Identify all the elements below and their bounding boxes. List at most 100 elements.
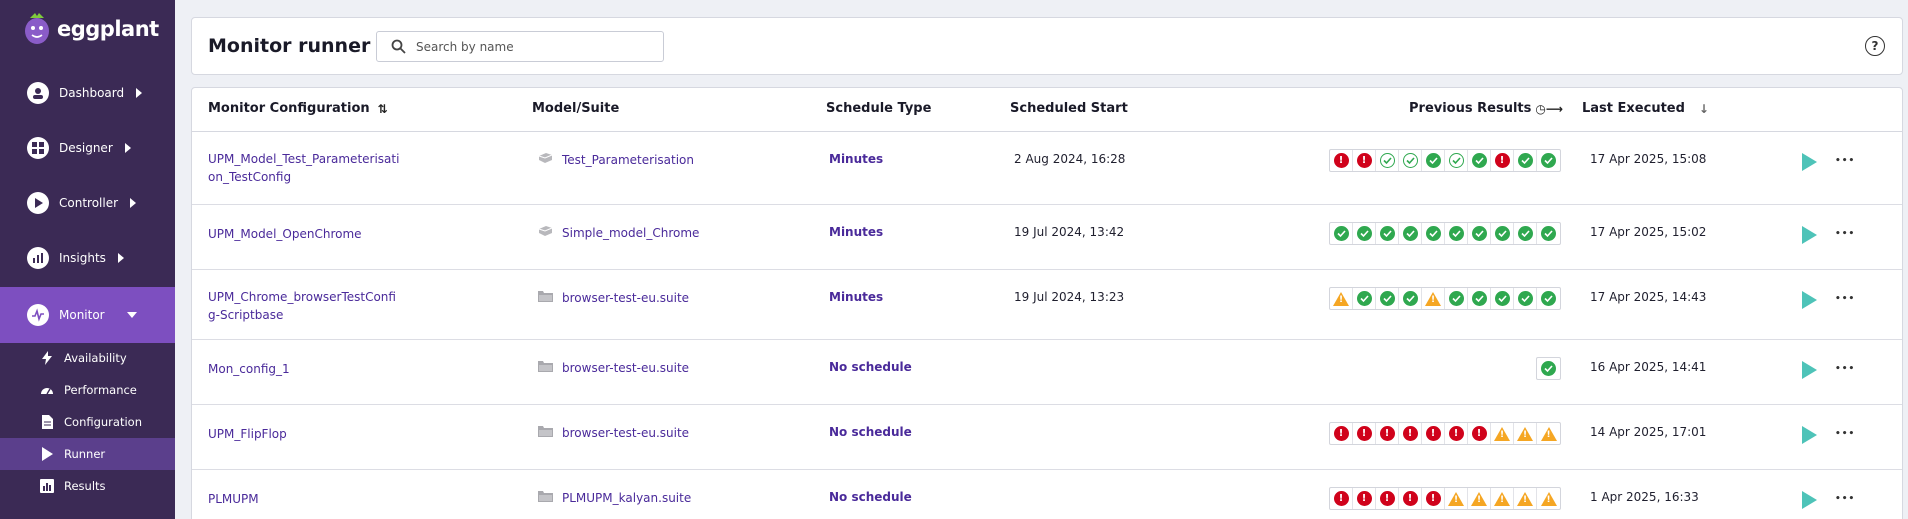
model-suite-cell[interactable]: Simple_model_Chrome [538,225,699,240]
result-success-icon[interactable] [1514,288,1537,309]
result-success-icon[interactable] [1491,288,1514,309]
sort-icon[interactable]: ⇅ [378,102,388,116]
result-success-icon[interactable] [1468,223,1491,244]
search-input[interactable] [416,39,646,54]
result-success-icon[interactable] [1422,223,1445,244]
run-play-icon[interactable] [1802,226,1817,244]
more-options-icon[interactable]: ••• [1835,156,1855,166]
sidebar-item-insights[interactable]: Insights [0,232,175,284]
result-success-icon[interactable] [1491,223,1514,244]
table-row[interactable]: PLMUPM PLMUPM_kalyan.suite No schedule!!!!… [192,470,1902,519]
result-error-icon[interactable]: ! [1445,423,1468,444]
table-row[interactable]: UPM_Model_OpenChrome Simple_model_Chrome M… [192,205,1902,270]
result-error-icon[interactable]: ! [1468,423,1491,444]
result-error-icon[interactable]: ! [1330,488,1353,509]
table-row[interactable]: UPM_Chrome_browserTestConfig-Scriptbase b… [192,270,1902,340]
monitor-config-link[interactable]: UPM_Chrome_browserTestConfig-Scriptbase [208,288,403,324]
model-suite-cell[interactable]: browser-test-eu.suite [538,425,689,440]
run-play-icon[interactable] [1802,153,1817,171]
more-options-icon[interactable]: ••• [1835,229,1855,239]
result-error-icon[interactable]: ! [1330,423,1353,444]
help-icon[interactable]: ? [1865,36,1885,56]
result-error-icon[interactable]: ! [1353,150,1376,171]
result-success-icon[interactable] [1399,288,1422,309]
result-success-icon[interactable] [1330,223,1353,244]
result-warning-icon[interactable]: ! [1491,423,1514,444]
result-partial-success-icon[interactable] [1399,150,1422,171]
result-warning-icon[interactable]: ! [1445,488,1468,509]
table-row[interactable]: UPM_Model_Test_Parameterisation_TestConf… [192,132,1902,205]
sidebar-item-designer[interactable]: Designer [0,122,175,174]
table-row[interactable]: Mon_config_1 browser-test-eu.suite No sche… [192,340,1902,405]
result-error-icon[interactable]: ! [1330,150,1353,171]
result-warning-icon[interactable]: ! [1537,423,1560,444]
more-options-icon[interactable]: ••• [1835,429,1855,439]
sidebar-subitem-configuration[interactable]: Configuration [0,406,175,438]
run-play-icon[interactable] [1802,361,1817,379]
result-error-icon[interactable]: ! [1376,423,1399,444]
result-success-icon[interactable] [1514,150,1537,171]
sidebar-subitem-results[interactable]: Results [0,470,175,502]
model-suite-link[interactable]: Test_Parameterisation [562,153,694,167]
result-partial-success-icon[interactable] [1445,150,1468,171]
sidebar-item-controller[interactable]: Controller [0,177,175,229]
result-warning-icon[interactable]: ! [1330,288,1353,309]
eggplant-logo[interactable]: eggplant [22,12,159,46]
result-success-icon[interactable] [1514,223,1537,244]
sidebar-subitem-runner[interactable]: Runner [0,438,175,470]
result-error-icon[interactable]: ! [1422,488,1445,509]
result-success-icon[interactable] [1537,358,1560,379]
sort-desc-icon[interactable]: ↓ [1699,102,1709,116]
result-success-icon[interactable] [1537,223,1560,244]
run-play-icon[interactable] [1802,491,1817,509]
more-options-icon[interactable]: ••• [1835,494,1855,504]
result-error-icon[interactable]: ! [1353,423,1376,444]
result-success-icon[interactable] [1468,288,1491,309]
monitor-config-link[interactable]: Mon_config_1 [208,360,403,378]
model-suite-link[interactable]: PLMUPM_kalyan.suite [562,491,691,505]
column-header-executed[interactable]: Last Executed ↓ [1582,101,1709,116]
model-suite-cell[interactable]: browser-test-eu.suite [538,360,689,375]
result-error-icon[interactable]: ! [1422,423,1445,444]
more-options-icon[interactable]: ••• [1835,364,1855,374]
model-suite-link[interactable]: browser-test-eu.suite [562,291,689,305]
monitor-config-link[interactable]: UPM_Model_OpenChrome [208,225,403,243]
model-suite-cell[interactable]: Test_Parameterisation [538,152,694,167]
run-play-icon[interactable] [1802,426,1817,444]
result-error-icon[interactable]: ! [1353,488,1376,509]
result-success-icon[interactable] [1445,288,1468,309]
result-success-icon[interactable] [1376,288,1399,309]
result-warning-icon[interactable]: ! [1514,423,1537,444]
result-success-icon[interactable] [1353,288,1376,309]
result-warning-icon[interactable]: ! [1514,488,1537,509]
result-success-icon[interactable] [1445,223,1468,244]
result-success-icon[interactable] [1537,150,1560,171]
sidebar-item-dashboard[interactable]: Dashboard [0,67,175,119]
result-success-icon[interactable] [1422,150,1445,171]
model-suite-link[interactable]: browser-test-eu.suite [562,361,689,375]
result-warning-icon[interactable]: ! [1422,288,1445,309]
table-row[interactable]: UPM_FlipFlop browser-test-eu.suite No sche… [192,405,1902,470]
result-success-icon[interactable] [1353,223,1376,244]
search-box[interactable] [376,31,664,62]
result-success-icon[interactable] [1468,150,1491,171]
monitor-config-link[interactable]: UPM_Model_Test_Parameterisation_TestConf… [208,150,403,186]
model-suite-cell[interactable]: PLMUPM_kalyan.suite [538,490,691,505]
model-suite-link[interactable]: Simple_model_Chrome [562,226,699,240]
result-warning-icon[interactable]: ! [1537,488,1560,509]
sidebar-subitem-availability[interactable]: Availability [0,342,175,374]
sidebar-item-monitor[interactable]: Monitor [0,287,175,343]
model-suite-cell[interactable]: browser-test-eu.suite [538,290,689,305]
run-play-icon[interactable] [1802,291,1817,309]
column-header-config[interactable]: Monitor Configuration ⇅ [208,101,388,116]
result-error-icon[interactable]: ! [1491,150,1514,171]
result-partial-success-icon[interactable] [1376,150,1399,171]
result-success-icon[interactable] [1376,223,1399,244]
result-error-icon[interactable]: ! [1399,423,1422,444]
more-options-icon[interactable]: ••• [1835,294,1855,304]
result-error-icon[interactable]: ! [1376,488,1399,509]
result-warning-icon[interactable]: ! [1491,488,1514,509]
result-error-icon[interactable]: ! [1399,488,1422,509]
monitor-config-link[interactable]: PLMUPM [208,490,403,508]
sidebar-subitem-performance[interactable]: Performance [0,374,175,406]
